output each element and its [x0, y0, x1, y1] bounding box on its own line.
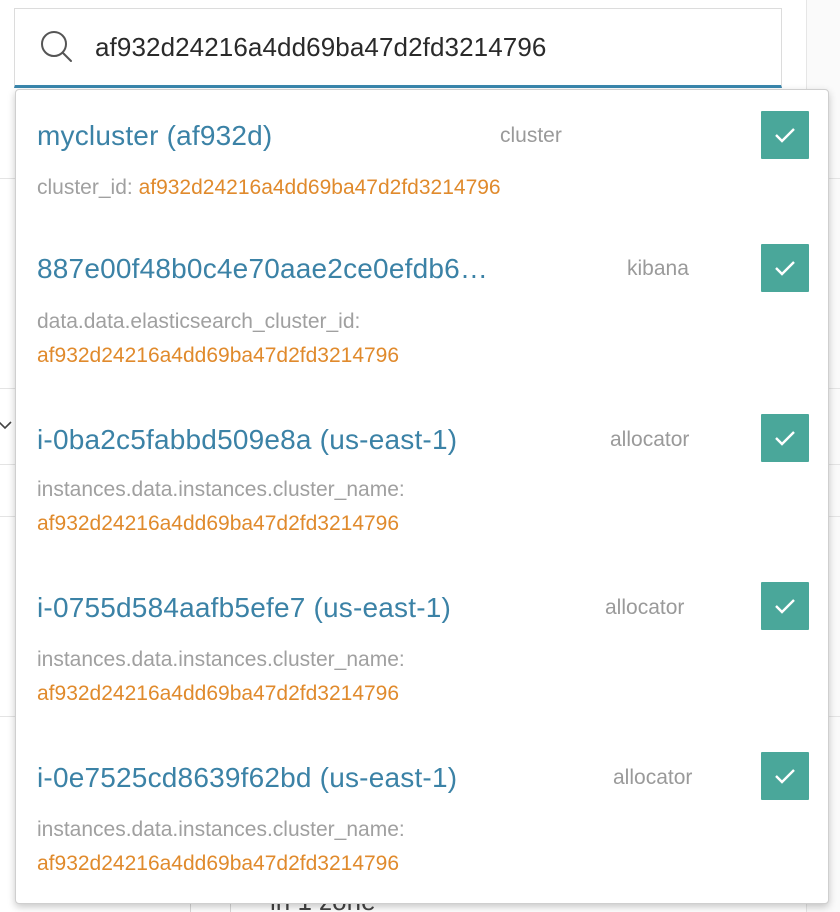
- result-title[interactable]: mycluster (af932d): [37, 120, 272, 152]
- page: in 1 zone mycluster (af932d) cluster clu…: [0, 0, 840, 912]
- result-field-value: af932d24216a4dd69ba47d2fd3214796: [138, 176, 501, 199]
- result-title[interactable]: i-0755d584aafb5efe7 (us-east-1): [37, 592, 451, 624]
- chevron-down-icon[interactable]: [0, 418, 12, 432]
- result-field-value: af932d24216a4dd69ba47d2fd3214796: [37, 512, 400, 535]
- result-field-label: instances.data.instances.cluster_name:: [37, 648, 405, 671]
- result-title[interactable]: i-0e7525cd8639f62bd (us-east-1): [37, 762, 457, 794]
- result-type-label: allocator: [613, 766, 693, 789]
- result-title[interactable]: 887e00f48b0c4e70aae2ce0efdb6…: [37, 253, 488, 285]
- result-type-label: allocator: [610, 428, 690, 451]
- checkbox-checked[interactable]: [761, 244, 809, 292]
- checkmark-icon: [775, 599, 795, 614]
- checkbox-checked[interactable]: [761, 752, 809, 800]
- search-icon[interactable]: [37, 27, 77, 67]
- search-input[interactable]: [95, 31, 735, 63]
- result-field-value: af932d24216a4dd69ba47d2fd3214796: [37, 852, 400, 875]
- result-field-name: cluster_id: af932d24216a4dd69ba47d2fd321…: [37, 176, 501, 200]
- result-field-value: af932d24216a4dd69ba47d2fd3214796: [37, 682, 400, 705]
- result-type-label: allocator: [605, 596, 685, 619]
- result-type-label: kibana: [627, 257, 689, 280]
- checkmark-icon: [775, 261, 795, 276]
- checkmark-icon: [775, 769, 795, 784]
- result-field-value: af932d24216a4dd69ba47d2fd3214796: [37, 344, 400, 367]
- search-results-dropdown: mycluster (af932d) cluster cluster_id: a…: [15, 89, 829, 904]
- checkmark-icon: [775, 128, 795, 143]
- result-field-label: cluster_id:: [37, 176, 133, 199]
- checkmark-icon: [775, 431, 795, 446]
- result-field-label: instances.data.instances.cluster_name:: [37, 818, 405, 841]
- checkbox-checked[interactable]: [761, 414, 809, 462]
- result-field-label: data.data.elasticsearch_cluster_id:: [37, 310, 361, 333]
- checkbox-checked[interactable]: [761, 582, 809, 630]
- result-title[interactable]: i-0ba2c5fabbd509e8a (us-east-1): [37, 424, 457, 456]
- result-field-label: instances.data.instances.cluster_name:: [37, 478, 405, 501]
- search-bar[interactable]: [14, 8, 782, 88]
- checkbox-checked[interactable]: [761, 111, 809, 159]
- result-type-label: cluster: [500, 124, 562, 147]
